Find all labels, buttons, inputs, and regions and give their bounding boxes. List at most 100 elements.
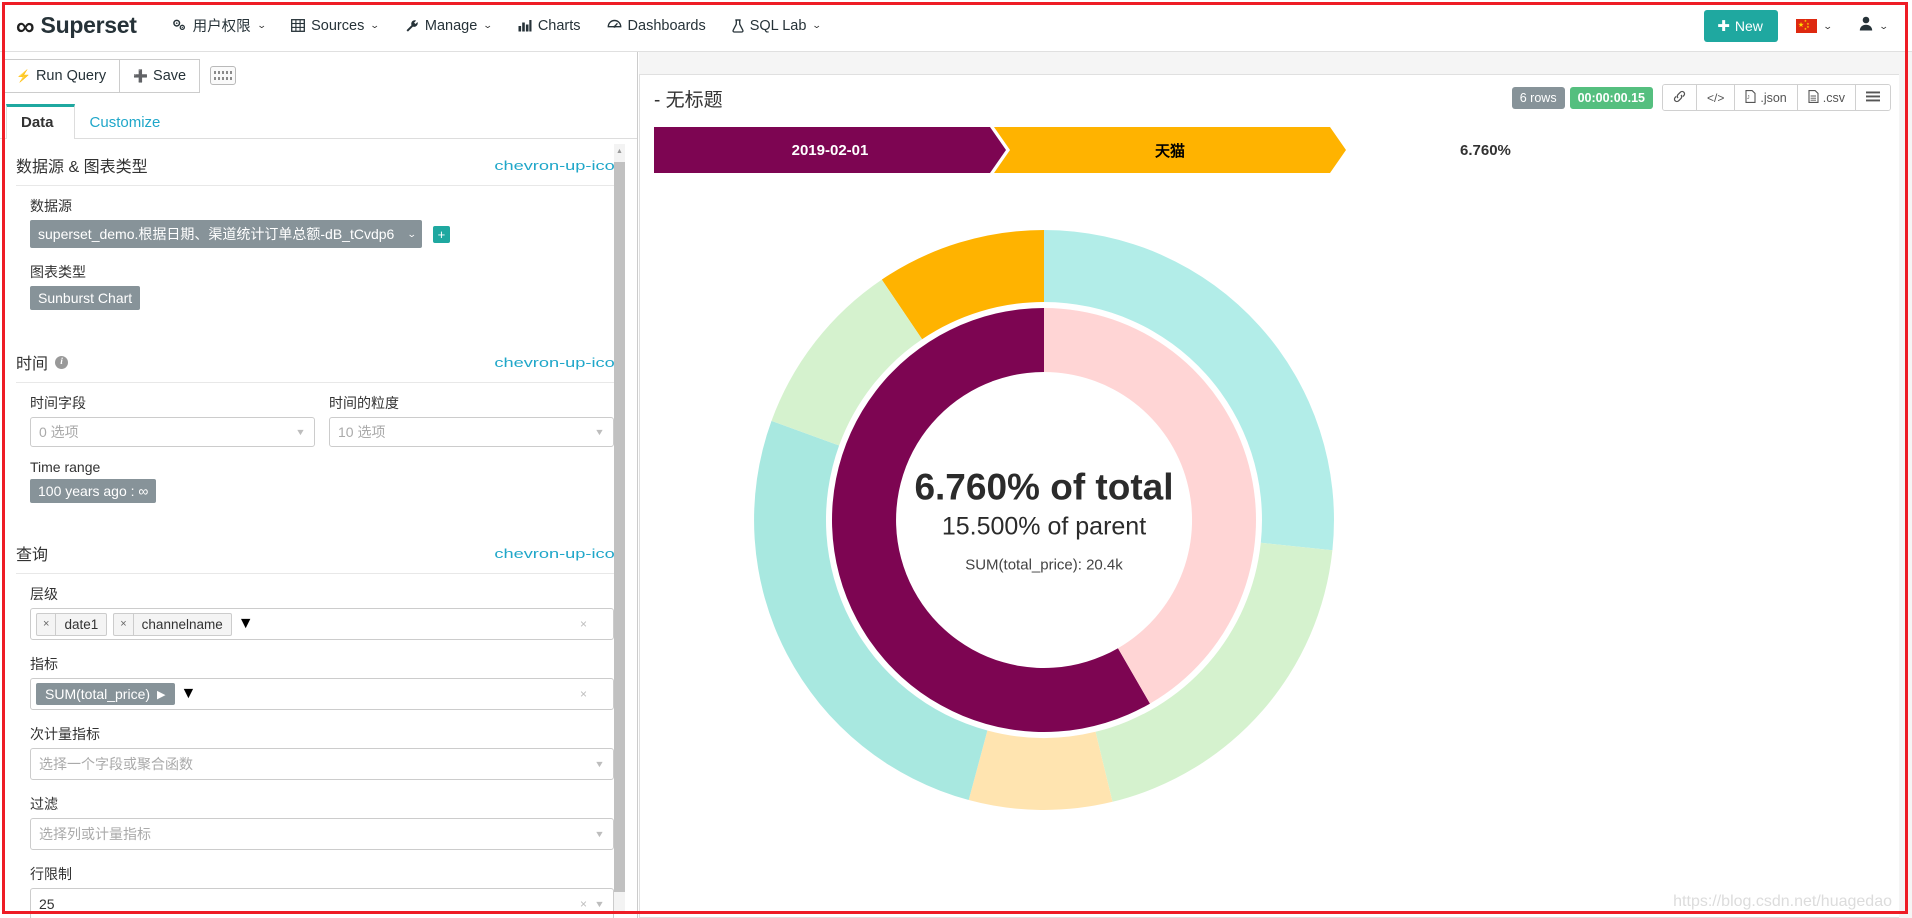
time-grain-select[interactable]: 10 选项 ▼ [329, 417, 614, 447]
field-metric: 指标 SUM(total_price) ▶ × ▼ [16, 654, 614, 710]
info-icon[interactable]: i [55, 355, 69, 369]
keyboard-icon[interactable] [210, 66, 237, 85]
clear-all-icon[interactable]: × [580, 687, 587, 701]
nav-item-dashboards[interactable]: Dashboards [594, 12, 719, 40]
field-row-limit: 行限制 25 × ▼ [16, 864, 614, 918]
chevron-down-icon: ▼ [594, 759, 605, 769]
viz-type-select[interactable]: Sunburst Chart [30, 286, 141, 310]
view-query-button[interactable]: </> [1696, 85, 1735, 110]
nav-item-sql-lab[interactable]: SQL Lab ⌄ [719, 12, 834, 40]
chevron-down-icon: ⌄ [812, 20, 823, 30]
datasource-row: superset_demo.根据日期、渠道统计订单总额-dB_tCvdp6 ⌄ … [30, 220, 614, 248]
tab-customize[interactable]: Customize [75, 104, 182, 139]
outer-segment-light-orange[interactable] [968, 730, 1113, 810]
tab-data[interactable]: Data [6, 104, 75, 139]
chevron-down-icon: ⌄ [482, 20, 494, 30]
flask-icon [732, 18, 744, 33]
section-query-header[interactable]: 查询 chevron-up-icon [16, 527, 625, 574]
chart-menu-button[interactable] [1855, 85, 1890, 110]
link-icon [1673, 90, 1686, 106]
nav-label: Manage [424, 17, 478, 34]
user-icon [1859, 16, 1873, 36]
run-query-label: Run Query [35, 67, 107, 84]
new-button-label: New [1734, 18, 1763, 34]
app-root: ∞ Superset 用户权限 ⌄ Sources ⌄ Manage ⌄ Cha… [0, 0, 1912, 918]
breadcrumb-item-channel[interactable]: 天猫 [994, 127, 1346, 173]
metric-select[interactable]: SUM(total_price) ▶ × ▼ [30, 678, 614, 710]
share-link-button[interactable] [1663, 85, 1696, 110]
row-limit-select[interactable]: 25 × ▼ [30, 888, 614, 918]
section-datasource-header[interactable]: 数据源 & 图表类型 chevron-up-icon [16, 139, 625, 186]
gears-icon [172, 19, 187, 32]
run-query-button[interactable]: ⚡ Run Query [2, 58, 121, 93]
chevron-up-icon[interactable]: chevron-up-icon [494, 355, 625, 370]
tab-label: Data [21, 114, 54, 131]
viz-type-label: 图表类型 [30, 264, 86, 280]
datasource-value: superset_demo.根据日期、渠道统计订单总额-dB_tCvdp6 [38, 226, 395, 242]
hierarchy-token-channelname[interactable]: × channelname [113, 612, 232, 636]
chart-header: - 无标题 6 rows 00:00:00.15 </> J .json .cs… [640, 75, 1899, 121]
section-title: 时间 [16, 356, 49, 373]
save-button[interactable]: ➕ Save [120, 58, 201, 93]
hierarchy-token-date1[interactable]: × date1 [36, 612, 108, 636]
nav-item-manage[interactable]: Manage ⌄ [392, 12, 505, 40]
secondary-metric-select[interactable]: 选择一个字段或聚合函数 ▼ [30, 748, 614, 780]
filter-select[interactable]: 选择列或计量指标 ▼ [30, 818, 614, 850]
field-time-grain: 时间的粒度 10 选项 ▼ [329, 393, 614, 447]
scroll-up-icon[interactable]: ▲ [614, 144, 625, 158]
viz-type-value: Sunburst Chart [38, 290, 133, 306]
plus-icon: ✚ [1717, 17, 1730, 35]
dashboard-icon [607, 19, 622, 32]
add-datasource-button[interactable]: + [432, 225, 450, 243]
top-navbar: ∞ Superset 用户权限 ⌄ Sources ⌄ Manage ⌄ Cha… [0, 0, 1912, 52]
metric-token[interactable]: SUM(total_price) ▶ [36, 683, 175, 705]
play-triangle-icon[interactable]: ▶ [157, 688, 165, 701]
remove-token-icon[interactable]: × [114, 613, 134, 635]
chevron-up-icon[interactable]: chevron-up-icon [494, 546, 625, 561]
secondary-metric-label: 次计量指标 [30, 726, 100, 742]
user-menu[interactable]: ⌄ [1841, 16, 1902, 36]
time-column-select[interactable]: 0 选项 ▼ [30, 417, 315, 447]
field-filter: 过滤 选择列或计量指标 ▼ [16, 794, 614, 850]
nav-items: 用户权限 ⌄ Sources ⌄ Manage ⌄ Charts Dashboa… [159, 9, 834, 42]
svg-text:J: J [1747, 95, 1750, 101]
breadcrumb-percent: 6.760% [1460, 141, 1511, 159]
section-time-header[interactable]: 时间 i chevron-up-icon [16, 336, 625, 383]
export-csv-button[interactable]: .csv [1796, 85, 1855, 110]
chevron-down-icon[interactable]: ▼ [238, 615, 254, 633]
nav-item-charts[interactable]: Charts [505, 12, 594, 40]
field-viz-type: 图表类型 Sunburst Chart [16, 262, 614, 310]
field-datasource: 数据源 superset_demo.根据日期、渠道统计订单总额-dB_tCvdp… [16, 196, 614, 248]
page-title[interactable]: - 无标题 [654, 85, 723, 112]
datasource-label: 数据源 [30, 198, 72, 214]
language-selector[interactable]: ★ ★ ★ ★ ★ ⌄ [1778, 19, 1842, 33]
nav-item-sources[interactable]: Sources ⌄ [278, 12, 392, 40]
hierarchy-select[interactable]: × date1 × channelname × ▼ [30, 608, 614, 640]
chart-header-actions: 6 rows 00:00:00.15 </> J .json .csv [1511, 84, 1891, 111]
chevron-down-icon[interactable]: ▼ [181, 685, 197, 703]
nav-label: Sources [311, 17, 365, 34]
time-range-select[interactable]: 100 years ago : ∞ [30, 479, 157, 503]
filter-label: 过滤 [30, 796, 58, 812]
clear-all-icon[interactable]: × [580, 617, 587, 631]
panel-scrollbar-thumb[interactable] [614, 162, 625, 892]
clear-icon[interactable]: × [580, 897, 587, 911]
export-json-button[interactable]: J .json [1734, 85, 1797, 110]
chevron-down-icon: ▼ [594, 829, 605, 839]
chart-action-buttons: </> J .json .csv [1662, 84, 1891, 111]
remove-token-icon[interactable]: × [37, 613, 57, 635]
row-limit-value: 25 [39, 896, 55, 912]
chevron-up-icon[interactable]: chevron-up-icon [494, 158, 625, 173]
json-file-icon: J [1745, 89, 1756, 106]
datasource-select[interactable]: superset_demo.根据日期、渠道统计订单总额-dB_tCvdp6 ⌄ [30, 220, 422, 248]
plus-circle-icon: ➕ [133, 68, 149, 83]
new-button[interactable]: ✚ New [1704, 10, 1778, 42]
time-fields-row: 时间字段 0 选项 ▼ 时间的粒度 10 选项 ▼ [16, 393, 614, 447]
chevron-down-icon: ⌄ [407, 228, 418, 239]
watermark-text: https://blog.csdn.net/huagedao [1673, 893, 1892, 910]
field-hierarchy: 层级 × date1 × channelname × ▼ [16, 584, 614, 640]
nav-item-user-permissions[interactable]: 用户权限 ⌄ [159, 9, 279, 42]
breadcrumb-item-date[interactable]: 2019-02-01 [654, 127, 1006, 173]
brand-logo[interactable]: ∞ Superset [16, 12, 137, 39]
csv-file-icon [1808, 89, 1819, 106]
